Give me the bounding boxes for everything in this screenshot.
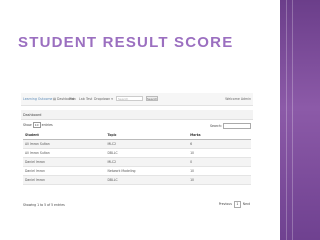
cell-marks: 10 bbox=[188, 148, 251, 158]
results-table: Student Topic Marks Ali Imran Sultan MLC… bbox=[23, 131, 251, 185]
entries-length-control: Show 10 entries bbox=[23, 122, 53, 128]
cell-topic: DBLLC bbox=[105, 175, 189, 185]
entries-select[interactable]: 10 bbox=[32, 122, 41, 128]
table-info: Showing 1 to 5 of 5 entries bbox=[23, 203, 65, 207]
cell-topic: MLC2 bbox=[105, 157, 189, 167]
table-header-row: Student Topic Marks bbox=[23, 131, 251, 140]
cell-marks: 10 bbox=[188, 166, 251, 176]
table-row: Daniel Imran MLC2 0 bbox=[23, 157, 251, 167]
brand-link[interactable]: Learning Outcome bbox=[23, 97, 52, 101]
table-search-control: Search: bbox=[210, 123, 251, 129]
slide-title: STUDENT RESULT SCORE bbox=[18, 34, 234, 51]
cell-marks: 10 bbox=[188, 175, 251, 185]
search-label: Search: bbox=[209, 124, 222, 128]
cell-topic: Network Modeling bbox=[105, 166, 189, 176]
cell-topic: MLC2 bbox=[105, 139, 189, 149]
column-header-marks[interactable]: Marks bbox=[188, 131, 251, 140]
nav-lab[interactable]: Lab bbox=[79, 97, 85, 101]
table-row: Ali Imran Sultan MLC2 6 bbox=[23, 139, 251, 149]
nav-dropdown[interactable]: Dropdown ▾ bbox=[94, 97, 113, 101]
show-label: Show bbox=[23, 123, 32, 127]
nav-test[interactable]: Test bbox=[86, 97, 92, 101]
table-row: Ali Imran Sultan DBLLC 10 bbox=[23, 148, 251, 158]
cell-marks: 6 bbox=[188, 139, 251, 149]
nav-plan[interactable]: Plan bbox=[69, 97, 76, 101]
column-header-topic[interactable]: Topic bbox=[105, 131, 189, 140]
nav-search-input[interactable]: Search bbox=[116, 96, 143, 101]
app-screenshot: Learning Outcome ▤ Dashboard Plan Lab Te… bbox=[21, 93, 253, 211]
cell-marks: 0 bbox=[188, 157, 251, 167]
cell-student: Ali Imran Sultan bbox=[23, 139, 106, 149]
decorative-line bbox=[286, 0, 287, 240]
user-menu[interactable]: Welcome Admin bbox=[225, 97, 251, 101]
previous-page-button[interactable]: Previous bbox=[218, 202, 233, 206]
column-header-student[interactable]: Student bbox=[23, 131, 106, 140]
decorative-line bbox=[292, 0, 293, 240]
cell-student: Ali Imran Sultan bbox=[23, 148, 106, 158]
chevron-down-icon: ▾ bbox=[111, 97, 113, 101]
cell-student: Daniel Imran bbox=[23, 166, 106, 176]
cell-student: Daniel Imran bbox=[23, 175, 106, 185]
dashboard-header: Dashboard bbox=[21, 110, 253, 120]
table-row: Daniel Imran Network Modeling 10 bbox=[23, 166, 251, 176]
pagination: Previous 1 Next bbox=[218, 201, 251, 208]
cell-topic: DBLLC bbox=[105, 148, 189, 158]
top-navbar: Learning Outcome ▤ Dashboard Plan Lab Te… bbox=[21, 93, 253, 106]
decorative-side-bar bbox=[280, 0, 320, 240]
table-search-input[interactable] bbox=[223, 123, 251, 129]
nav-dropdown-label: Dropdown bbox=[94, 97, 111, 101]
entries-label: entries bbox=[41, 123, 53, 127]
next-page-button[interactable]: Next bbox=[242, 202, 251, 206]
cell-student: Daniel Imran bbox=[23, 157, 106, 167]
table-row: Daniel Imran DBLLC 10 bbox=[23, 175, 251, 185]
page-1-button[interactable]: 1 bbox=[233, 201, 241, 208]
nav-search-button[interactable]: Search bbox=[146, 96, 158, 101]
dashboard-title: Dashboard bbox=[23, 113, 42, 117]
